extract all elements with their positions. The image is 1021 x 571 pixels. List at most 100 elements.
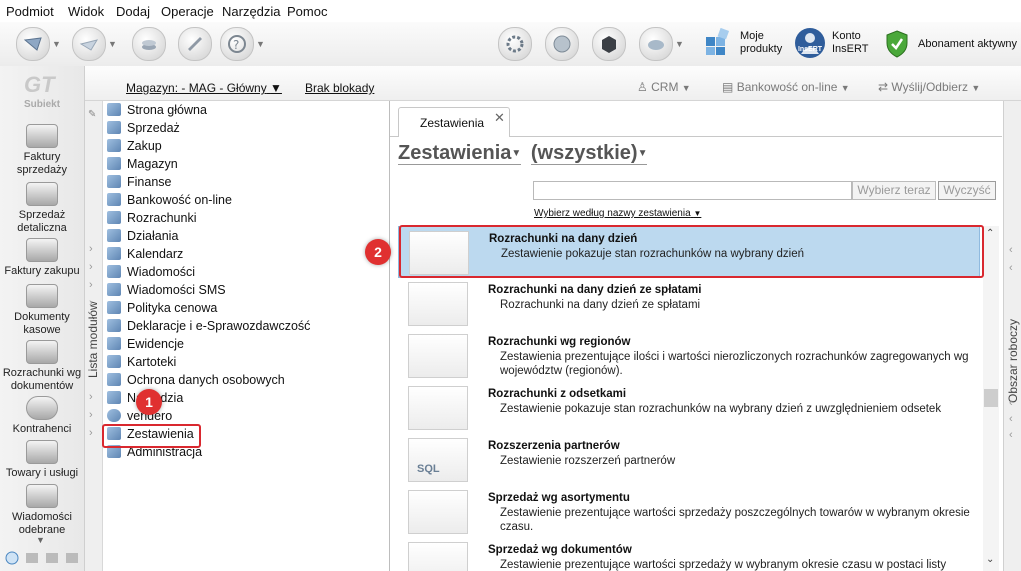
- subiekt-logo: GT Subiekt: [18, 72, 66, 110]
- sort-by-name-link[interactable]: Wybierz według nazwy zestawienia ▼: [534, 208, 701, 219]
- module-strona-glowna[interactable]: Strona główna: [107, 103, 207, 121]
- menu-narzedzia[interactable]: Narzędzia: [222, 4, 281, 19]
- tab-zestawienia[interactable]: Zestawienia ✕: [398, 107, 510, 137]
- filter-dropdown[interactable]: (wszystkie)▼: [530, 142, 648, 165]
- module-ewidencje[interactable]: Ewidencje: [107, 337, 184, 355]
- leftbar-item-towary[interactable]: Towary i usługi: [0, 440, 84, 480]
- back-button[interactable]: [16, 27, 50, 61]
- leftbar-item-faktury-zakupu[interactable]: Faktury zakupu: [0, 238, 84, 278]
- annotation-highlight-report: [399, 225, 984, 278]
- report-stack-icon: [408, 386, 468, 430]
- leftbar-mini-icons: [3, 549, 83, 567]
- module-wiadomosci[interactable]: Wiadomości: [107, 265, 195, 283]
- leftbar-item-dokumenty-kasowe[interactable]: Dokumenty kasowe: [0, 284, 84, 337]
- leftbar-item-faktury-sprzedazy[interactable]: Faktury sprzedaży: [0, 124, 84, 177]
- module-bankowosc[interactable]: Bankowość on-line: [107, 193, 232, 211]
- expand-icon: ‹: [1009, 429, 1013, 441]
- cloud-button[interactable]: [639, 27, 673, 61]
- leftbar-item-sprzedaz-detaliczna[interactable]: Sprzedaż detaliczna: [0, 182, 84, 235]
- leftbar-item-wiadomosci[interactable]: Wiadomości odebrane: [0, 484, 84, 537]
- choose-now-button[interactable]: Wybierz teraz: [852, 181, 936, 200]
- blokady-link[interactable]: Brak blokady: [305, 81, 374, 95]
- chevron-down-icon[interactable]: ▼: [108, 39, 117, 49]
- sms-icon: [107, 283, 121, 296]
- page-title: Zestawienia▼ (wszystkie)▼: [398, 142, 648, 165]
- report-row[interactable]: Rozrachunki wg regionów Zestawienia prez…: [398, 330, 980, 382]
- annotation-badge-2: 2: [365, 239, 391, 265]
- chevron-down-icon: ▼: [971, 83, 981, 93]
- work-area-strip[interactable]: Obszar roboczy ‹ ‹ ‹ ‹ ‹: [1003, 101, 1021, 571]
- declaration-icon: [107, 319, 121, 332]
- menu-bar: Podmiot Widok Dodaj Operacje Narzędzia P…: [0, 0, 1021, 23]
- module-rozrachunki[interactable]: Rozrachunki: [107, 211, 196, 229]
- globe-button[interactable]: [545, 27, 579, 61]
- settlements-icon: [107, 211, 121, 224]
- module-magazyn[interactable]: Magazyn: [107, 157, 178, 175]
- scrollbar-thumb[interactable]: [984, 389, 998, 407]
- tools-button[interactable]: [178, 27, 212, 61]
- leftbar-item-rozrachunki[interactable]: Rozrachunki wg dokumentów: [0, 340, 84, 393]
- menu-pomoc[interactable]: Pomoc: [287, 4, 327, 19]
- chevron-down-icon[interactable]: ▼: [52, 39, 61, 49]
- leftbar-item-kontrahenci[interactable]: Kontrahenci: [0, 396, 84, 436]
- close-icon[interactable]: ✕: [494, 110, 505, 126]
- person-icon: ♙: [637, 80, 648, 94]
- expand-icon: ›: [89, 261, 93, 273]
- warehouse-icon: [107, 157, 121, 170]
- box-button[interactable]: [592, 27, 626, 61]
- purchase-icon: [107, 139, 121, 152]
- leftbar-scroll-down-icon[interactable]: ▼: [36, 535, 45, 545]
- konto-insert-label[interactable]: Konto InsERT: [832, 30, 868, 56]
- cash-icon: [26, 284, 58, 308]
- coins-button[interactable]: [132, 27, 166, 61]
- module-finanse[interactable]: Finanse: [107, 175, 171, 193]
- report-row[interactable]: Sprzedaż wg dokumentów Zestawienie preze…: [398, 538, 980, 571]
- module-kalendarz[interactable]: Kalendarz: [107, 247, 183, 265]
- module-dzialania[interactable]: Działania: [107, 229, 178, 247]
- sync-button[interactable]: [498, 27, 532, 61]
- report-row[interactable]: Rozrachunki na dany dzień ze spłatami Ro…: [398, 278, 980, 330]
- pin-icon[interactable]: ✎: [88, 109, 96, 120]
- module-deklaracje[interactable]: Deklaracje i e-Sprawozdawczość: [107, 319, 310, 337]
- bankowosc-button[interactable]: ▤ Bankowość on-line ▼: [722, 80, 850, 94]
- menu-operacje[interactable]: Operacje: [161, 4, 214, 19]
- tools-icon: [107, 391, 121, 404]
- wyslij-odbierz-button[interactable]: ⇄ Wyślij/Odbierz ▼: [878, 80, 980, 94]
- category-dropdown[interactable]: Zestawienia▼: [398, 142, 522, 165]
- module-sprzedaz[interactable]: Sprzedaż: [107, 121, 180, 139]
- clear-button[interactable]: Wyczyść: [938, 181, 996, 200]
- moje-produkty-button[interactable]: [704, 27, 732, 56]
- magazyn-selector[interactable]: Magazyn: - MAG - Główny ▼: [126, 81, 282, 95]
- chevron-down-icon[interactable]: ▼: [675, 39, 684, 49]
- menu-widok[interactable]: Widok: [68, 4, 104, 19]
- module-ochrona-danych[interactable]: Ochrona danych osobowych: [107, 373, 285, 391]
- report-row[interactable]: Rozrachunki z odsetkami Zestawienie poka…: [398, 382, 980, 434]
- chevron-down-icon[interactable]: ▼: [256, 39, 265, 49]
- moje-produkty-label[interactable]: Moje produkty: [740, 30, 782, 56]
- crm-button[interactable]: ♙ CRM ▼: [637, 80, 691, 94]
- expand-icon: ‹: [1009, 262, 1013, 274]
- privacy-icon: [107, 373, 121, 386]
- search-input[interactable]: [533, 181, 852, 200]
- insert-logo-text: InsERT: [797, 46, 823, 53]
- insert-logo[interactable]: InsERT: [795, 28, 825, 58]
- shield-icon[interactable]: [885, 30, 909, 58]
- module-polityka-cenowa[interactable]: Polityka cenowa: [107, 301, 217, 319]
- module-kartoteki[interactable]: Kartoteki: [107, 355, 176, 373]
- help-button[interactable]: ?: [220, 27, 254, 61]
- scroll-down-icon: ⌄: [986, 554, 995, 565]
- menu-dodaj[interactable]: Dodaj: [116, 4, 150, 19]
- report-row[interactable]: Sprzedaż wg asortymentu Zestawienie prez…: [398, 486, 980, 538]
- chevron-down-icon: ▼: [693, 209, 702, 218]
- report-stack-icon: [408, 334, 468, 378]
- module-zakup[interactable]: Zakup: [107, 139, 162, 157]
- abonament-label[interactable]: Abonament aktywny: [918, 38, 1017, 51]
- work-area-label: Obszar roboczy: [1006, 318, 1020, 403]
- modules-sidebar-strip[interactable]: ✎ Lista modułów › › › › › › ›: [85, 101, 103, 571]
- forward-button[interactable]: [72, 27, 106, 61]
- menu-podmiot[interactable]: Podmiot: [6, 4, 54, 19]
- report-title: Rozrachunki wg regionów: [488, 336, 631, 348]
- module-wiadomosci-sms[interactable]: Wiadomości SMS: [107, 283, 226, 301]
- report-row[interactable]: SQL Rozszerzenia partnerów Zestawienie r…: [398, 434, 980, 486]
- report-list-scrollbar[interactable]: ⌃ ⌄: [983, 226, 999, 571]
